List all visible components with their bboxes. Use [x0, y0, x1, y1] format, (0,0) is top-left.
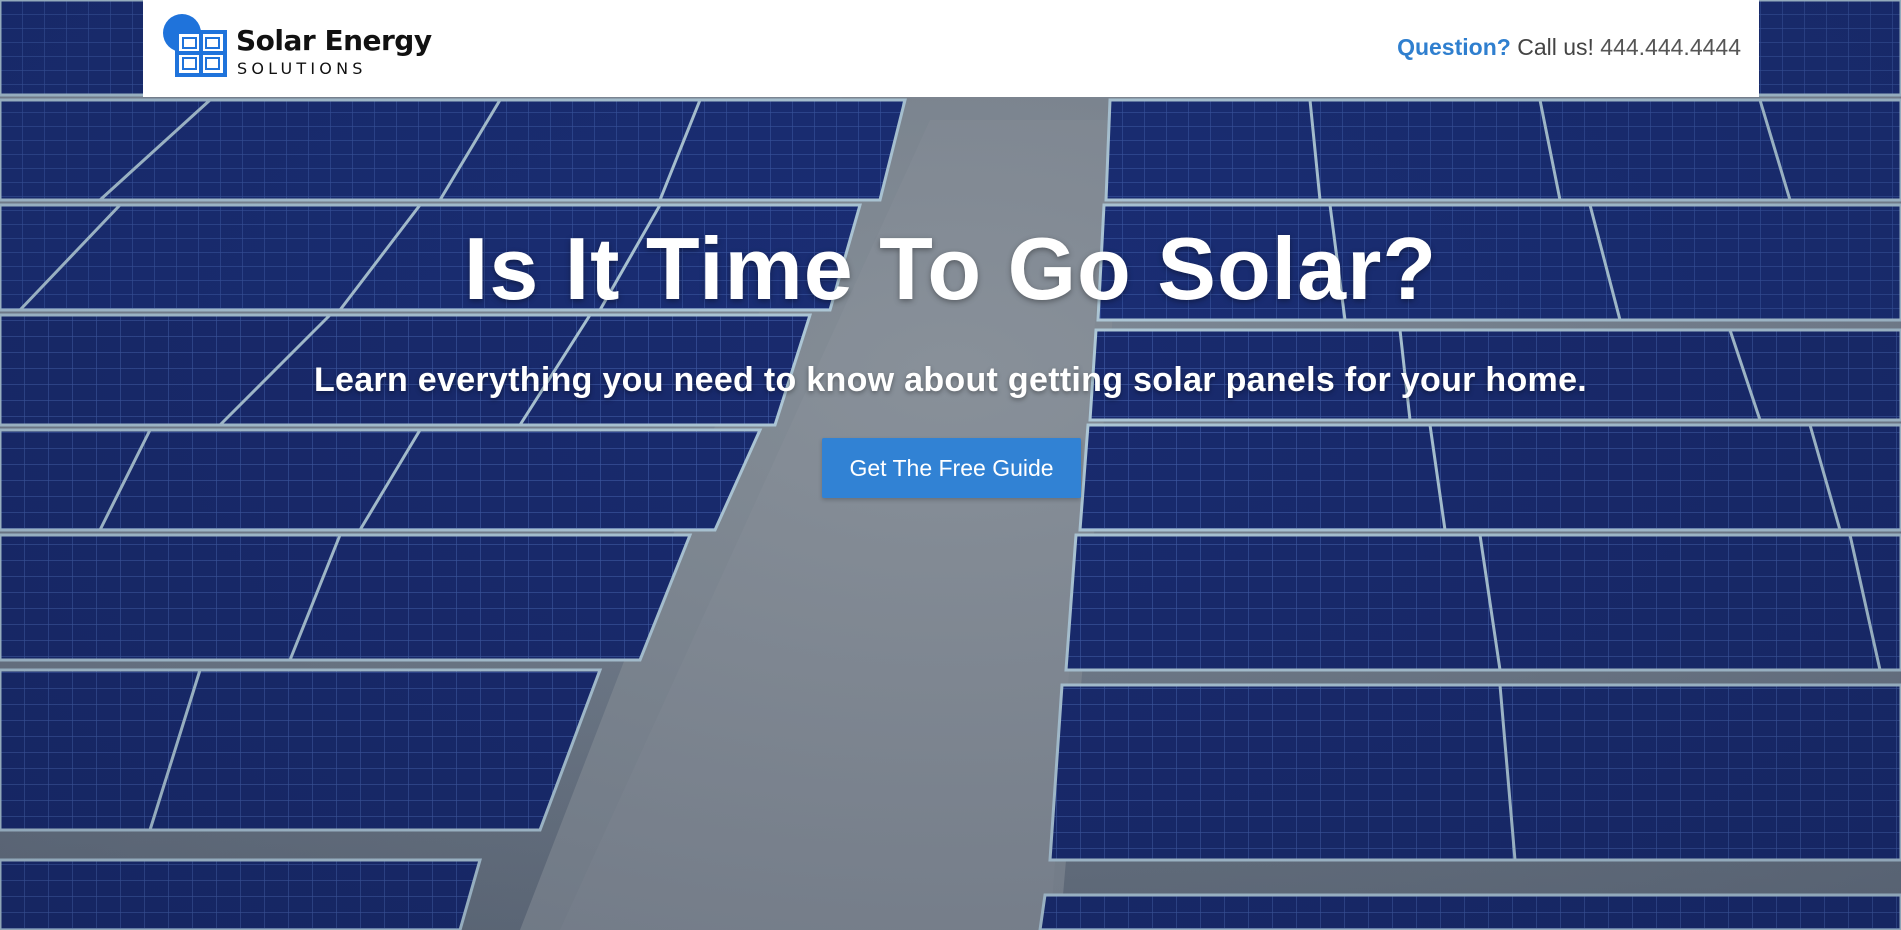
solar-panel-logo-icon [163, 14, 227, 77]
site-header: Solar Energy SOLUTIONS Question? Call us… [143, 0, 1759, 97]
call-text: Call us! [1517, 34, 1594, 60]
get-free-guide-button[interactable]: Get The Free Guide [822, 438, 1081, 498]
logo-link[interactable]: Solar Energy SOLUTIONS [161, 14, 432, 80]
contact-info: Question? Call us! 444.444.4444 [1397, 34, 1741, 61]
hero-subheadline: Learn everything you need to know about … [313, 361, 1588, 399]
logo-subtitle: SOLUTIONS [237, 59, 367, 78]
question-label: Question? [1397, 34, 1511, 60]
hero-headline: Is It Time To Go Solar? [463, 219, 1438, 318]
phone-link[interactable]: 444.444.4444 [1600, 34, 1741, 60]
logo-title: Solar Energy [236, 24, 432, 57]
